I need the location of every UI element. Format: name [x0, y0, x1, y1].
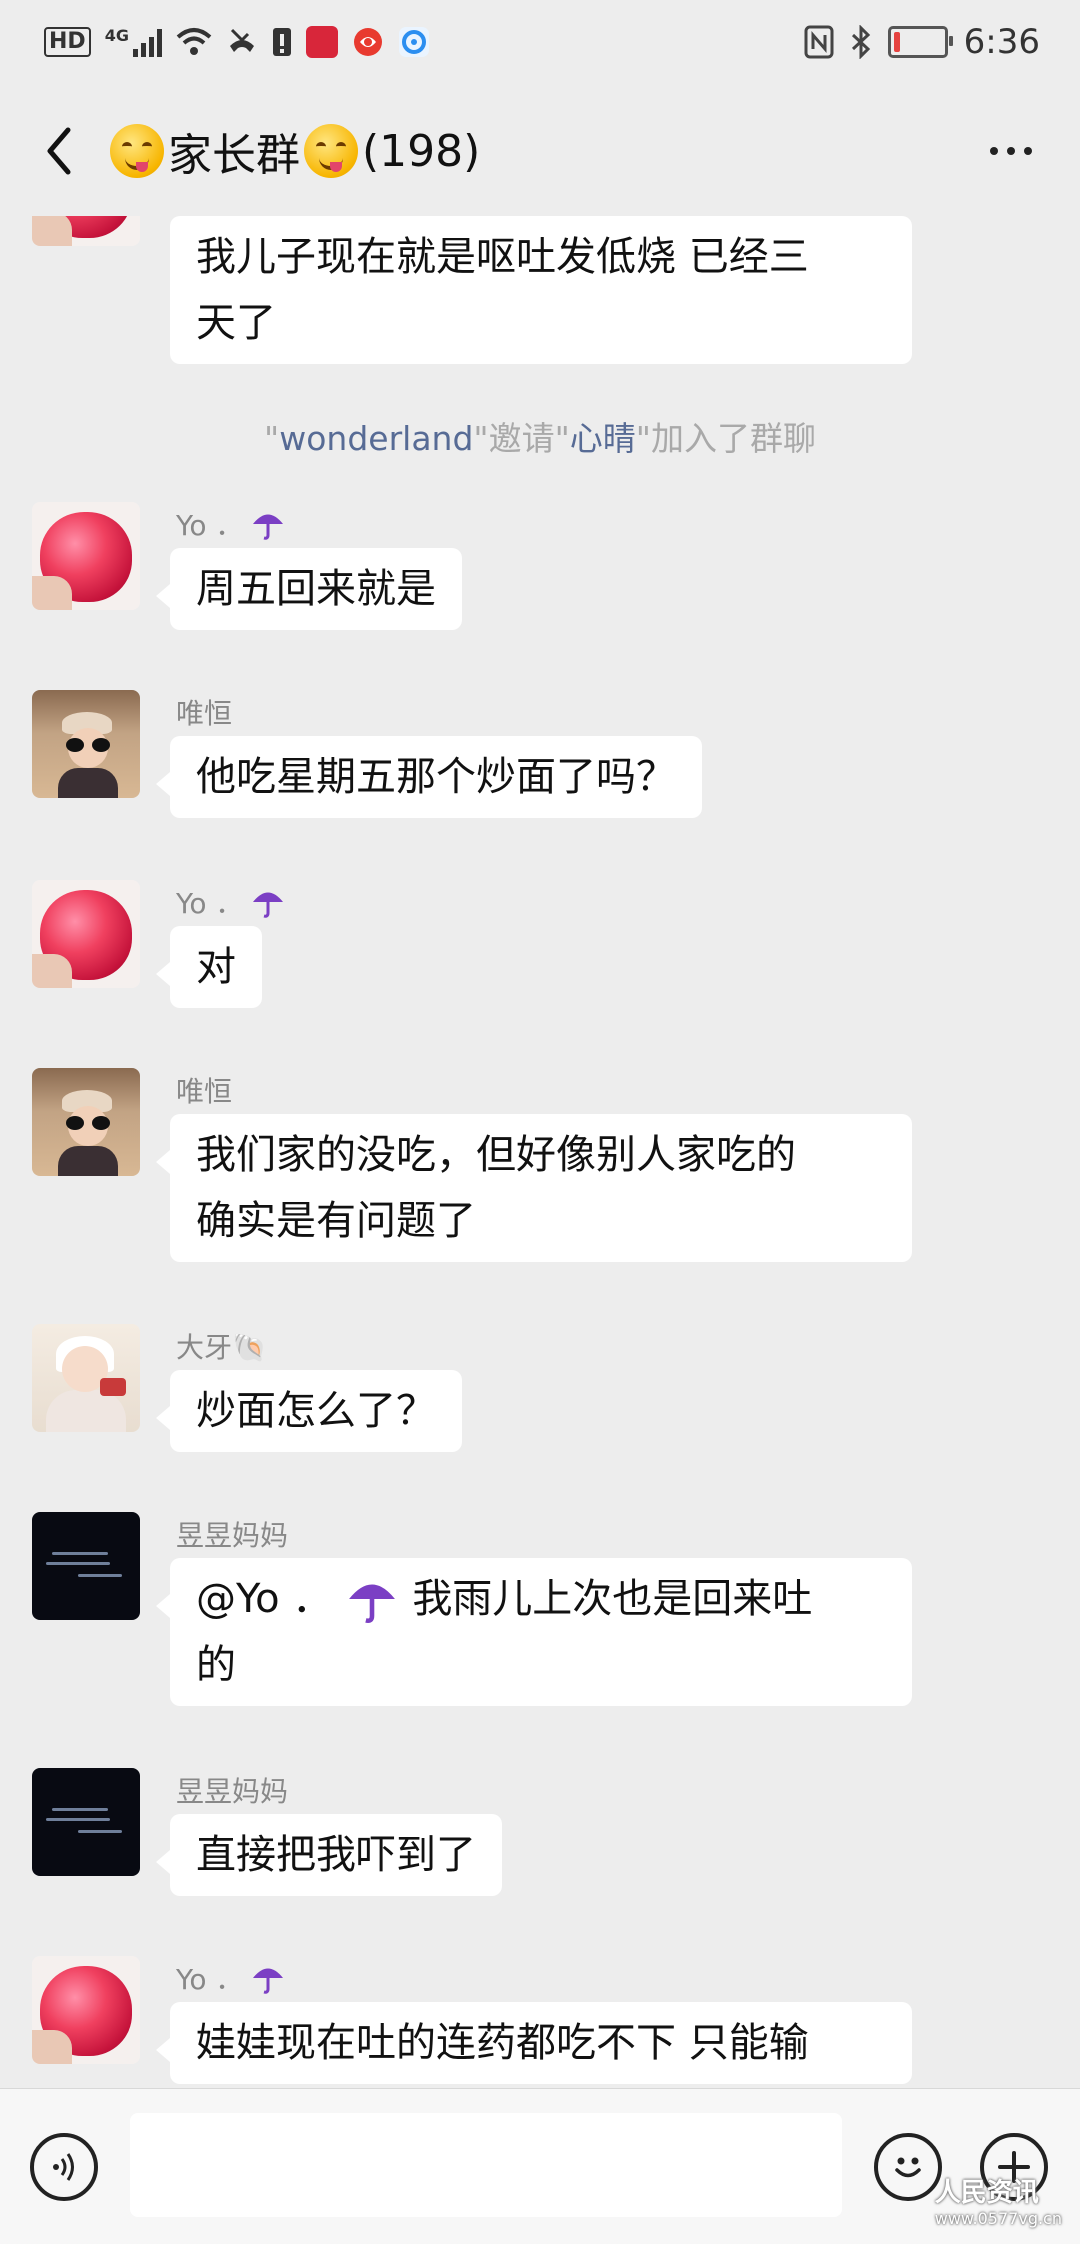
message-bubble[interactable]: 我们家的没吃，但好像别人家吃的 确实是有问题了: [156, 1114, 912, 1262]
message-line: @Yo ． 我雨儿上次也是回来吐: [196, 1566, 886, 1632]
status-left: HD 4G: [44, 22, 430, 62]
yum-face-emoji: [110, 124, 164, 178]
message-line: 天了: [196, 300, 276, 346]
message-text: 我雨儿上次也是回来吐: [412, 1576, 813, 1622]
message-bubble[interactable]: 他吃星期五那个炒面了吗？: [156, 736, 702, 818]
emoji-button[interactable]: [874, 2133, 942, 2201]
message-bubble[interactable]: 炒面怎么了？: [156, 1370, 462, 1452]
sender-name: 大牙🐚: [176, 1331, 267, 1364]
message-line: 对: [196, 944, 236, 990]
message-list[interactable]: 我儿子现在就是呕吐发低烧 已经三 天了 "wonderland"邀请"心晴"加入…: [0, 216, 1080, 2088]
user-link[interactable]: wonderland: [279, 419, 473, 458]
status-bar: HD 4G 6:36: [0, 0, 1080, 86]
member-count: (198): [362, 125, 481, 177]
message-bubble[interactable]: 直接把我吓到了: [156, 1814, 502, 1896]
message-bubble[interactable]: 我儿子现在就是呕吐发低烧 已经三 天了: [170, 216, 912, 364]
user-link[interactable]: 心晴: [570, 419, 636, 458]
status-right: 6:36: [804, 20, 1040, 64]
battery-level: [893, 32, 900, 52]
watermark: 人民资讯 www.0577vg.cn: [934, 2178, 1062, 2228]
avatar[interactable]: [32, 1956, 140, 2064]
mention-text: @Yo ．: [196, 1576, 333, 1622]
chevron-left-icon: [47, 127, 71, 175]
avatar[interactable]: [32, 1768, 140, 1876]
battery-icon: [887, 26, 953, 58]
message-input[interactable]: [130, 2113, 842, 2217]
message-line: 他吃星期五那个炒面了吗？: [196, 754, 676, 800]
message-line: 我儿子现在就是呕吐发低烧 已经三: [196, 234, 809, 280]
avatar[interactable]: [32, 216, 140, 246]
app-icon-1: [305, 26, 338, 58]
app-icon-2: [353, 28, 382, 56]
group-name: 家长群: [168, 130, 300, 181]
message-line: 直接把我吓到了: [196, 1832, 476, 1878]
avatar[interactable]: [32, 1324, 140, 1432]
signal-icon: [132, 27, 162, 57]
voice-button[interactable]: [30, 2133, 98, 2201]
back-button[interactable]: [24, 116, 94, 186]
system-message: "wonderland"邀请"心晴"加入了群聊: [264, 419, 816, 458]
voice-icon: [53, 2153, 74, 2181]
clock: 6:36: [963, 22, 1040, 62]
hd-badge: HD: [44, 27, 91, 57]
bluetooth-icon: [851, 25, 870, 59]
sender-name: Yo ．: [176, 882, 285, 922]
input-bar: [0, 2088, 1080, 2244]
nfc-icon: [804, 25, 834, 59]
emoji-icon: [895, 2157, 921, 2178]
chat-header: 家长群 (198): [0, 86, 1080, 216]
message-line: 确实是有问题了: [196, 1198, 476, 1244]
sender-name: Yo ．: [176, 1958, 285, 1998]
chat-title: 家长群 (198): [110, 120, 480, 182]
network-label: 4G: [104, 25, 129, 45]
umbrella-icon: [253, 514, 284, 540]
avatar[interactable]: [32, 880, 140, 988]
more-button[interactable]: [976, 126, 1046, 176]
message-bubble[interactable]: 周五回来就是: [156, 548, 462, 630]
avatar[interactable]: [32, 1512, 140, 1620]
sender-name: 昱昱妈妈: [176, 1775, 289, 1808]
sender-name: 唯恒: [176, 1075, 233, 1108]
yum-face-emoji: [304, 124, 358, 178]
message-line: 炒面怎么了？: [196, 1388, 436, 1434]
sender-name: 昱昱妈妈: [176, 1519, 289, 1552]
umbrella-icon: [349, 1584, 396, 1623]
sender-name: Yo ．: [176, 504, 285, 544]
message-bubble[interactable]: 对: [156, 926, 262, 1008]
message-line: 周五回来就是: [196, 566, 436, 612]
avatar[interactable]: [32, 502, 140, 610]
avatar[interactable]: [32, 1068, 140, 1176]
wifi-icon: [176, 28, 212, 55]
avatar[interactable]: [32, 690, 140, 798]
message-bubble[interactable]: 娃娃现在吐的连药都吃不下 只能输: [156, 2002, 912, 2084]
message-line: 娃娃现在吐的连药都吃不下 只能输: [196, 2020, 809, 2066]
message-line: 的: [196, 1642, 236, 1688]
sender-name: 唯恒: [176, 697, 233, 730]
message-bubble[interactable]: @Yo ． 我雨儿上次也是回来吐 的: [156, 1558, 912, 1706]
sim-alert-icon: [272, 28, 291, 56]
more-dots-icon: [990, 147, 998, 155]
chat-screen: HD 4G 6:36 家长群 (198) 我儿子现在就是呕吐发低烧 已经三 天了…: [0, 0, 1080, 2244]
missed-call-icon: [229, 28, 254, 52]
umbrella-icon: [253, 892, 284, 918]
umbrella-icon: [253, 1968, 284, 1994]
message-line: 我们家的没吃，但好像别人家吃的: [196, 1132, 796, 1178]
app-icon-3: [398, 27, 429, 57]
